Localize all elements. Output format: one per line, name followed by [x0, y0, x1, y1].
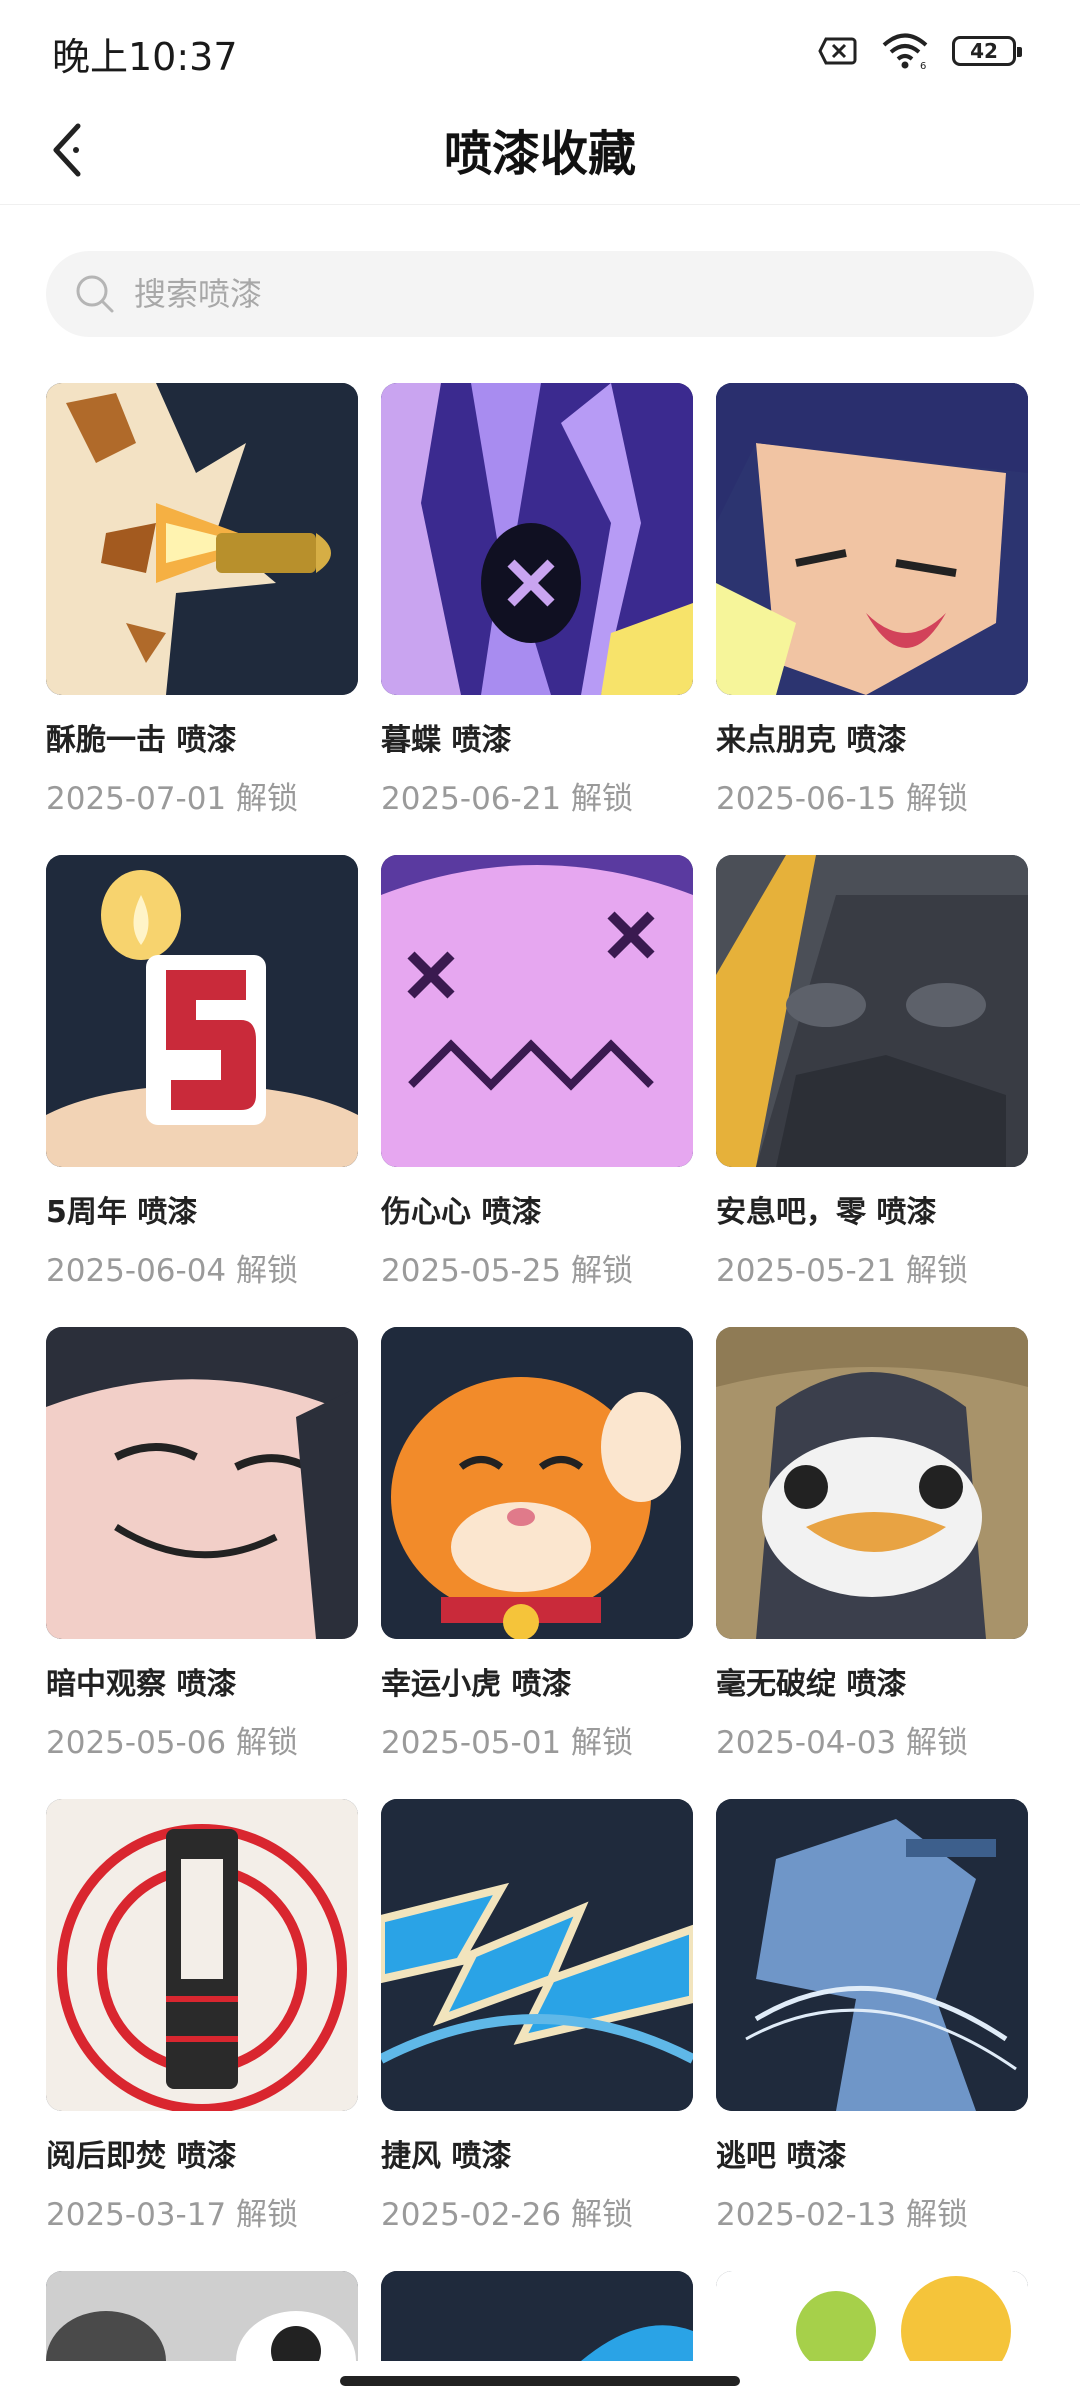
unlock-date: 2025-02-13 解锁: [716, 2197, 969, 2233]
spray-card[interactable]: 毫无破绽 喷漆 2025-04-03 解锁: [716, 1327, 1028, 1799]
spray-card[interactable]: 来点朋克 喷漆 2025-06-15 解锁: [716, 383, 1028, 855]
penguin-disguise-image: [716, 1327, 1028, 1639]
spray-name: 暗中观察 喷漆: [46, 1667, 237, 1702]
blue-ninja-image: [716, 1799, 1028, 2111]
spray-name: 毫无破绽 喷漆: [716, 1667, 907, 1702]
hooded-figure-image: [716, 855, 1028, 1167]
spray-card[interactable]: 幸运小虎 喷漆 2025-05-01 解锁: [381, 1327, 693, 1799]
spray-grid-next-row: [46, 2271, 1046, 2361]
unlock-date: 2025-05-21 解锁: [716, 1253, 969, 1289]
sad-heart-image: [381, 855, 693, 1167]
battery-indicator: 42: [952, 36, 1022, 66]
spray-name: 伤心心 喷漆: [381, 1195, 542, 1230]
purple-abstract-image: [381, 383, 693, 695]
spray-name: 暮蝶 喷漆: [381, 723, 512, 758]
spray-grid: 酥脆一击 喷漆 2025-07-01 解锁 暮蝶 喷漆 2025-06-21 解…: [46, 383, 1046, 2271]
spray-card[interactable]: 暮蝶 喷漆 2025-06-21 解锁: [381, 383, 693, 855]
unlock-date: 2025-02-26 解锁: [381, 2197, 634, 2233]
search-box[interactable]: [46, 251, 1034, 337]
unlock-date: 2025-06-04 解锁: [46, 1253, 299, 1289]
svg-text:6: 6: [920, 61, 926, 70]
wifi-icon: 6: [882, 33, 928, 70]
unlock-date: 2025-06-21 解锁: [381, 781, 634, 817]
bullet-explosion-image: [46, 383, 358, 695]
lucky-tiger-image: [381, 1327, 693, 1639]
spray-card[interactable]: 酥脆一击 喷漆 2025-07-01 解锁: [46, 383, 358, 855]
spray-card[interactable]: 伤心心 喷漆 2025-05-25 解锁: [381, 855, 693, 1327]
spray-card[interactable]: 暗中观察 喷漆 2025-05-06 解锁: [46, 1327, 358, 1799]
spray-card-partial[interactable]: [46, 2271, 358, 2361]
status-time: 晚上10:37: [52, 35, 238, 79]
unlock-date: 2025-05-25 解锁: [381, 1253, 634, 1289]
unlock-date: 2025-05-06 解锁: [46, 1725, 299, 1761]
blue-wind-logo-image: [381, 1799, 693, 2111]
page-title: 喷漆收藏: [443, 126, 636, 182]
spray-name: 阅后即焚 喷漆: [46, 2139, 237, 2174]
unlock-date: 2025-04-03 解锁: [716, 1725, 969, 1761]
spray-name: 幸运小虎 喷漆: [381, 1667, 572, 1702]
spray-card-partial[interactable]: [381, 2271, 693, 2361]
peeking-face-image: [46, 1327, 358, 1639]
search-icon: [76, 275, 114, 313]
spray-card-partial[interactable]: [716, 2271, 1028, 2361]
spray-card[interactable]: 逃吧 喷漆 2025-02-13 解锁: [716, 1799, 1028, 2271]
unlock-date: 2025-06-15 解锁: [716, 781, 969, 817]
spray-name: 来点朋克 喷漆: [716, 723, 907, 758]
status-icons: 6 42: [818, 32, 1022, 70]
status-bar: 晚上10:37 6 42: [0, 0, 1080, 100]
birthday-candle-image: [46, 855, 358, 1167]
spray-name: 5周年 喷漆: [46, 1195, 198, 1230]
unlock-date: 2025-03-17 解锁: [46, 2197, 299, 2233]
punk-character-image: [716, 383, 1028, 695]
unlock-date: 2025-07-01 解锁: [46, 781, 299, 817]
spray-name: 捷风 喷漆: [381, 2139, 512, 2174]
red-target-tower-image: [46, 1799, 358, 2111]
spray-card[interactable]: 阅后即焚 喷漆 2025-03-17 解锁: [46, 1799, 358, 2271]
header: 喷漆收藏: [0, 100, 1080, 205]
spray-name: 逃吧 喷漆: [716, 2139, 847, 2174]
spray-name: 安息吧，零 喷漆: [716, 1195, 937, 1230]
unlock-date: 2025-05-01 解锁: [381, 1725, 634, 1761]
spray-card[interactable]: 捷风 喷漆 2025-02-26 解锁: [381, 1799, 693, 2271]
spray-card[interactable]: 安息吧，零 喷漆 2025-05-21 解锁: [716, 855, 1028, 1327]
home-indicator[interactable]: [340, 2376, 740, 2386]
no-sim-icon: [818, 37, 857, 65]
spray-card[interactable]: 5周年 喷漆 2025-06-04 解锁: [46, 855, 358, 1327]
search-input[interactable]: [132, 274, 936, 314]
spray-name: 酥脆一击 喷漆: [46, 723, 237, 758]
